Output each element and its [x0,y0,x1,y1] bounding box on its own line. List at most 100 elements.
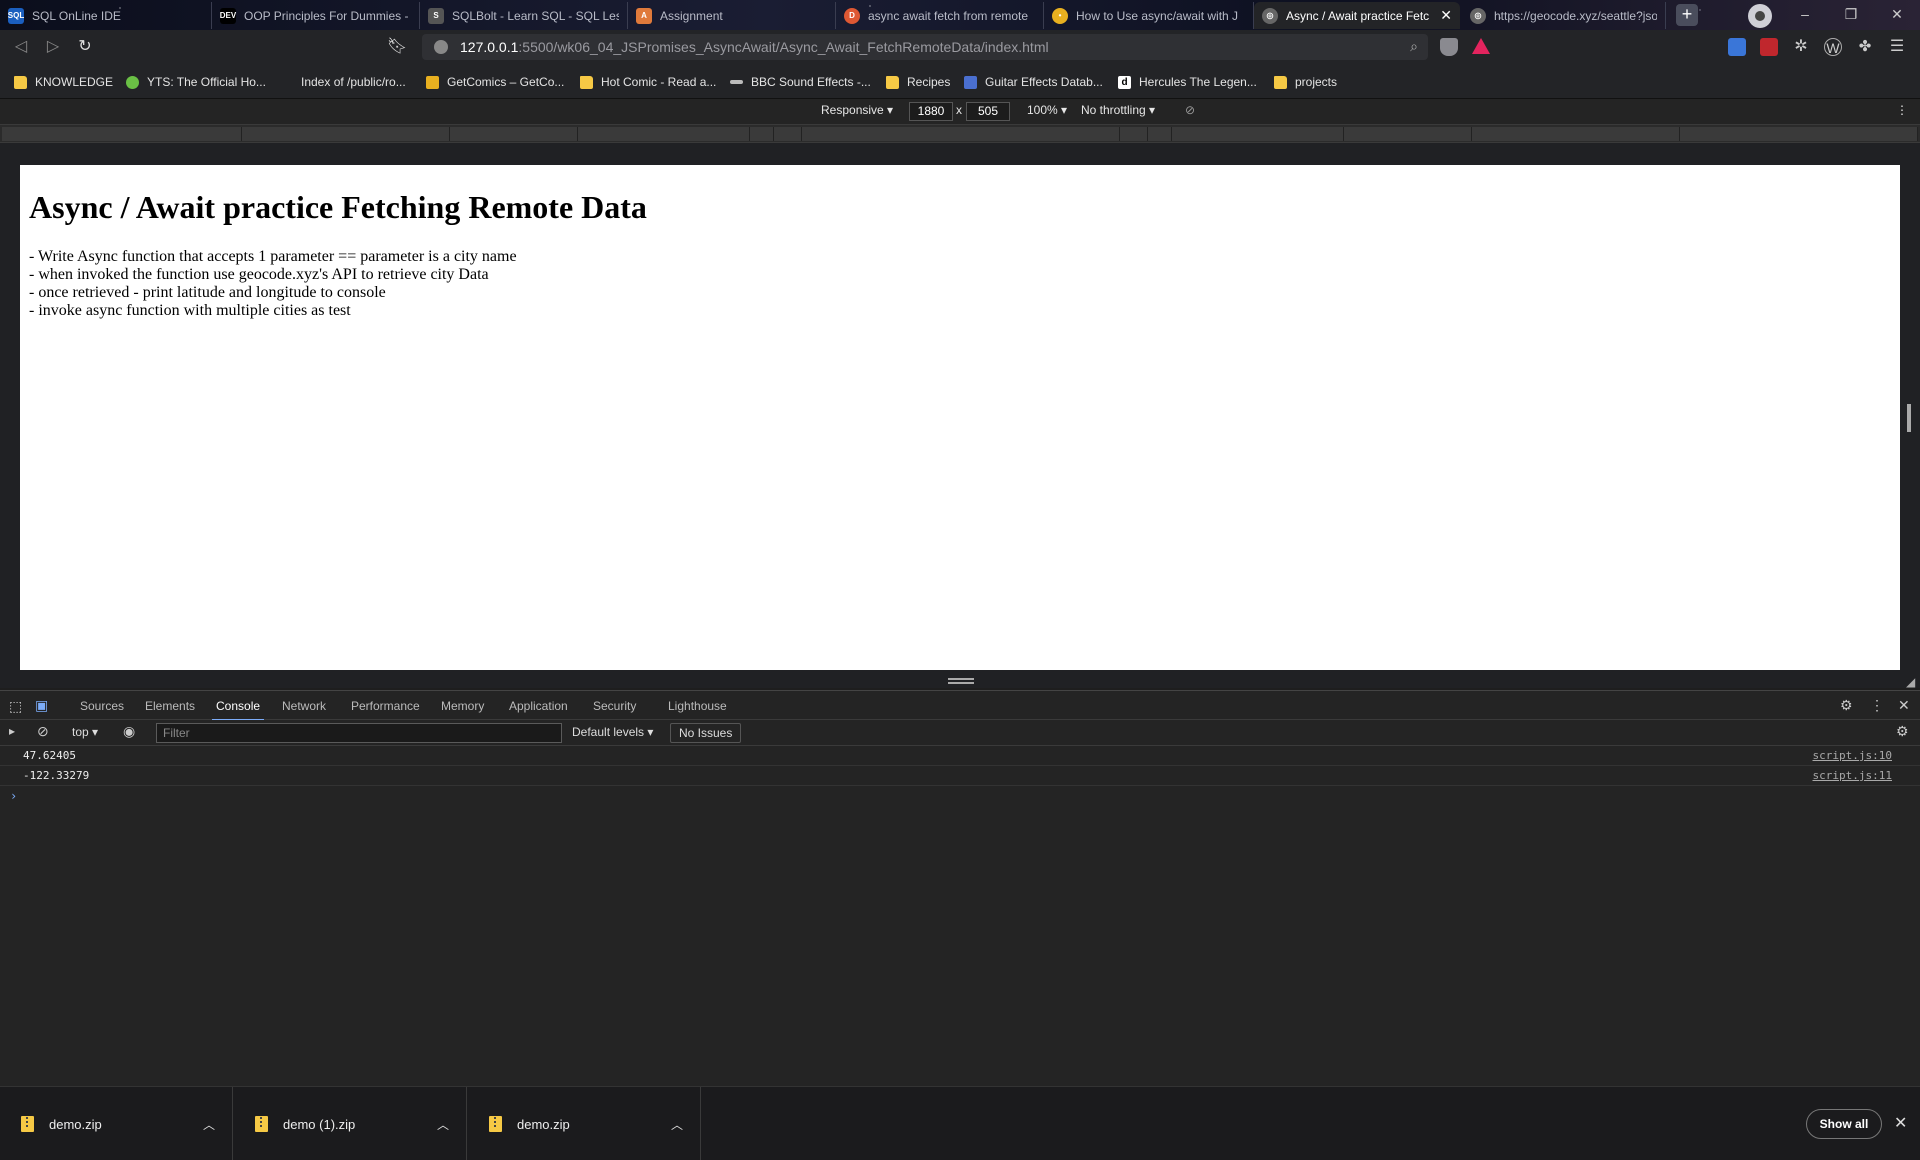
tab-async-await-search[interactable]: D async await fetch from remote [836,2,1044,29]
show-all-downloads-button[interactable]: Show all [1806,1109,1882,1139]
log-source-link[interactable]: script.js:10 [1813,746,1892,766]
issues-button[interactable]: No Issues [670,723,742,743]
media-query-segment[interactable] [1120,127,1148,141]
chevron-up-icon[interactable]: ︿ [671,1116,683,1133]
viewport-width-input[interactable]: 1880 [909,102,953,121]
media-query-segment[interactable] [578,127,750,141]
close-shelf-icon[interactable]: ✕ [1894,1113,1907,1133]
zoom-select[interactable]: 100% ▾ [1027,103,1067,117]
tab-performance[interactable]: Performance [351,699,420,713]
close-window-button[interactable]: ✕ [1874,0,1920,30]
tab-assignment[interactable]: A Assignment [628,2,836,29]
brave-rewards-icon[interactable] [1472,38,1490,54]
throttling-select[interactable]: No throttling ▾ [1081,103,1155,117]
console-settings-icon[interactable]: ⚙ [1896,723,1909,740]
console-filter-input[interactable]: Filter [156,723,562,743]
menu-icon[interactable]: ☰ [1888,38,1906,56]
close-tab-icon[interactable]: ✕ [1440,7,1452,24]
devtools-settings-icon[interactable]: ⚙ [1840,697,1853,714]
tab-application[interactable]: Application [509,699,568,713]
tab-how-to-use-async[interactable]: • How to Use async/await with J [1044,2,1254,29]
extension-gear-icon[interactable]: ✲ [1792,38,1810,56]
brave-shield-icon[interactable] [1440,38,1458,56]
media-query-segment[interactable] [1172,127,1344,141]
bookmark-label: Hercules The Legen... [1139,75,1257,89]
media-query-segment[interactable] [802,127,1120,141]
tab-oop-principles[interactable]: DEV OOP Principles For Dummies - [212,2,420,29]
media-query-segment[interactable] [450,127,578,141]
tab-console[interactable]: Console [211,699,265,721]
context-select[interactable]: top ▾ [64,723,106,743]
download-item[interactable]: demo.zip ︿ [468,1087,701,1160]
clear-console-icon[interactable]: ⊘ [37,723,49,740]
url-text[interactable]: 127.0.0.1:5500/wk06_04_JSPromises_AsyncA… [460,39,1049,55]
media-query-segment[interactable] [750,127,774,141]
tab-network[interactable]: Network [282,699,326,713]
download-item[interactable]: demo.zip ︿ [0,1087,233,1160]
device-more-options-icon[interactable]: ⋮ [1896,103,1908,117]
bookmark-guitar-effects[interactable]: Guitar Effects Datab... [964,73,1103,91]
inspect-element-icon[interactable]: ⬚ [9,698,22,715]
viewport-resize-corner-icon[interactable]: ◢ [1906,675,1915,689]
extension-s-icon[interactable] [1760,38,1778,56]
zoom-icon[interactable]: ⌕ [1410,38,1418,55]
media-query-segment[interactable] [1344,127,1472,141]
devtools-more-icon[interactable]: ⋮ [1870,697,1884,714]
wappalyzer-icon[interactable]: W [1824,38,1842,56]
bookmark-yts[interactable]: YTS: The Official Ho... [126,73,266,91]
bookmark-getcomics[interactable]: GetComics – GetCo... [426,73,564,91]
bookmark-bbc-sound-effects[interactable]: BBC Sound Effects -... [730,73,871,91]
back-arrow-icon[interactable]: ◁ [10,36,32,58]
tab-title: OOP Principles For Dummies - [244,8,409,23]
bookmark-label: Guitar Effects Datab... [985,75,1103,89]
devtools-close-icon[interactable]: ✕ [1898,697,1910,714]
minimize-button[interactable]: – [1782,0,1828,30]
bookmark-index-public[interactable]: Index of /public/ro... [280,73,406,91]
media-query-segment[interactable] [1148,127,1172,141]
media-query-segment[interactable] [774,127,802,141]
translate-extension-icon[interactable] [1728,38,1746,56]
log-levels-select[interactable]: Default levels ▾ [564,723,661,743]
media-query-segment[interactable] [2,127,242,141]
viewport-resize-handle-right[interactable] [1907,404,1911,432]
bookmark-icon[interactable]: 🔖︎ [386,36,408,58]
tab-elements[interactable]: Elements [145,699,195,713]
tab-sqlbolt[interactable]: S SQLBolt - Learn SQL - SQL Less [420,2,628,29]
log-source-link[interactable]: script.js:11 [1813,766,1892,786]
tab-async-await-practice[interactable]: ◎ Async / Await practice Fetc ✕ [1254,2,1460,29]
media-query-segment[interactable] [242,127,450,141]
download-item[interactable]: demo (1).zip ︿ [234,1087,467,1160]
device-toggle-icon[interactable]: ▣ [35,697,48,714]
extensions-puzzle-icon[interactable]: ✤ [1856,38,1874,56]
tab-memory[interactable]: Memory [441,699,484,713]
bookmark-hot-comic[interactable]: Hot Comic - Read a... [580,73,716,91]
media-query-segment[interactable] [1472,127,1680,141]
address-bar[interactable]: 127.0.0.1:5500/wk06_04_JSPromises_AsyncA… [422,34,1428,60]
tab-sources[interactable]: Sources [80,699,124,713]
bookmark-knowledge[interactable]: KNOWLEDGE [14,73,113,91]
bookmark-projects[interactable]: projects [1274,73,1337,91]
bookmark-recipes[interactable]: Recipes [886,73,950,91]
forward-arrow-icon[interactable]: ▷ [42,36,64,58]
console-sidebar-icon[interactable]: ▸ [9,724,15,738]
console-prompt[interactable]: › [0,786,1920,806]
viewport-resize-handle-bottom[interactable] [948,678,974,684]
profile-avatar-icon[interactable] [1748,4,1772,28]
tab-lighthouse[interactable]: Lighthouse [668,699,727,713]
tab-sql-online-ide[interactable]: SQL SQL OnLine IDE [0,2,212,29]
new-tab-button[interactable]: + [1676,4,1698,26]
chevron-up-icon[interactable]: ︿ [203,1116,215,1133]
site-info-icon[interactable] [434,40,448,54]
url-path: :5500/wk06_04_JSPromises_AsyncAwait/Asyn… [518,39,1049,55]
viewport-height-input[interactable]: 505 [966,102,1010,121]
reload-icon[interactable]: ↻ [74,36,96,58]
chevron-up-icon[interactable]: ︿ [437,1116,449,1133]
rotate-disabled-icon[interactable]: ⊘ [1185,103,1195,117]
device-mode-select[interactable]: Responsive ▾ [821,103,893,117]
live-expression-eye-icon[interactable]: ◉ [123,723,135,740]
maximize-button[interactable]: ❐ [1828,0,1874,30]
tab-geocode-seattle[interactable]: ◎ https://geocode.xyz/seattle?jso [1462,2,1666,29]
tab-security[interactable]: Security [593,699,636,713]
media-query-segment[interactable] [1680,127,1918,141]
bookmark-hercules[interactable]: d Hercules The Legen... [1118,73,1257,91]
